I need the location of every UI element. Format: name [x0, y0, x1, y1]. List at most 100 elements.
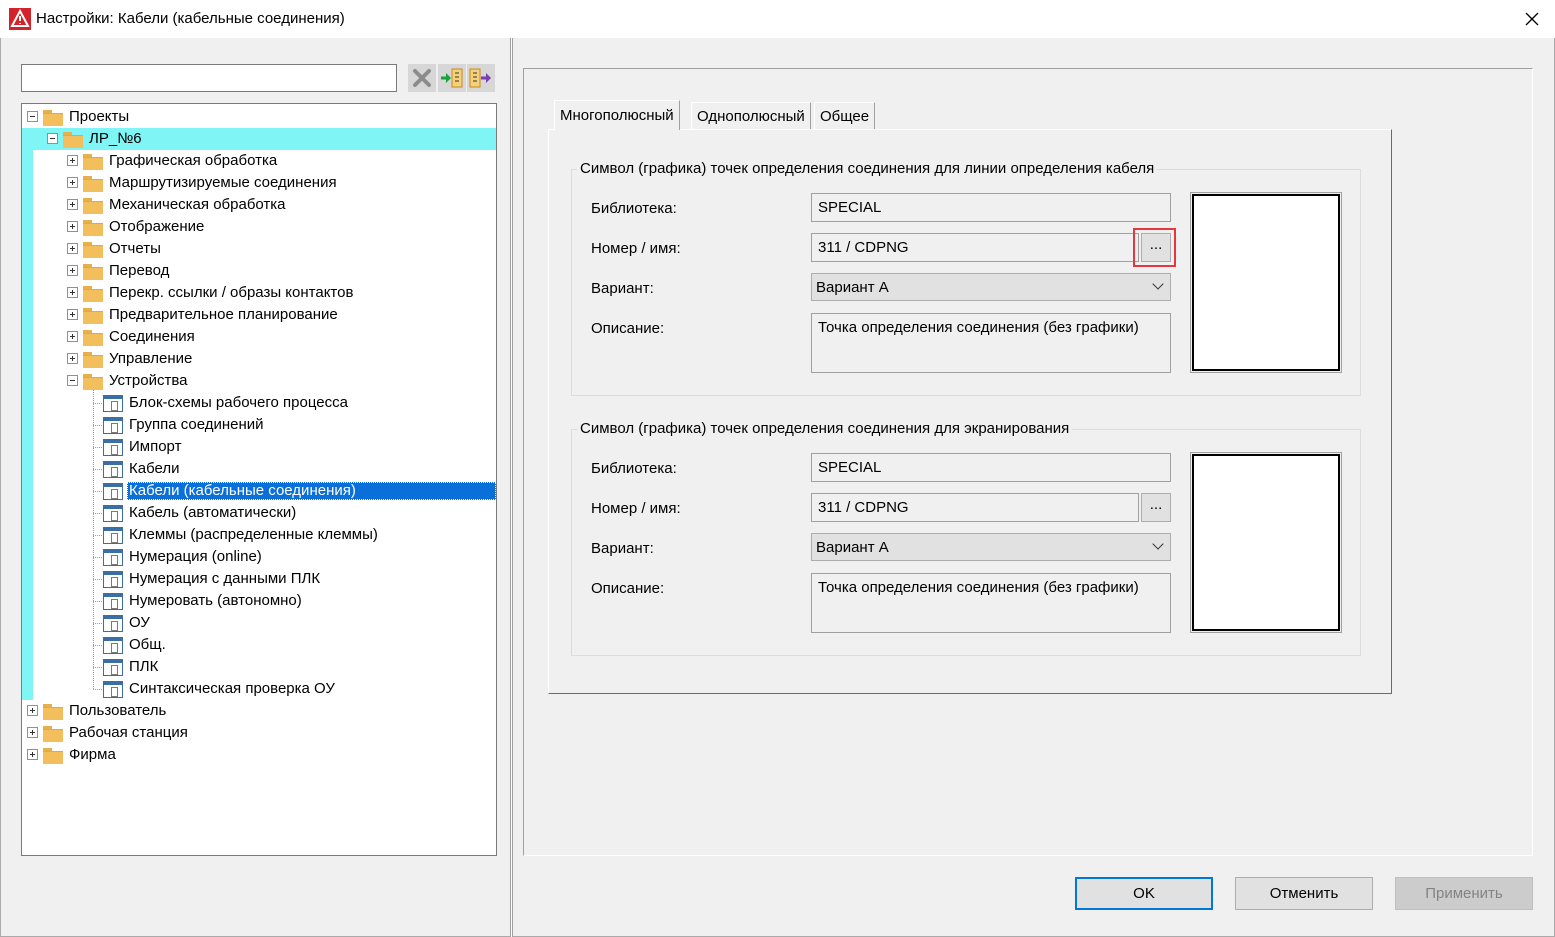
number-label: Номер / имя: — [591, 500, 681, 517]
close-icon — [1525, 12, 1539, 26]
expand-icon[interactable] — [67, 309, 78, 320]
tab-label: Многополюсный — [560, 107, 674, 124]
import-settings-icon — [441, 68, 463, 88]
variant-label: Вариант: — [591, 540, 654, 557]
folder-icon — [43, 748, 63, 764]
tree-item[interactable]: Графическая обработка — [22, 150, 496, 172]
tree-item[interactable]: Нумерация (online) — [22, 546, 496, 568]
tree-item-label: Кабели — [129, 460, 180, 477]
tree-item-label: Нумерация с данными ПЛК — [129, 570, 321, 587]
tree-connector — [93, 689, 102, 690]
tree-connector — [93, 403, 102, 404]
tree-item[interactable]: ЛР_№6 — [33, 128, 496, 150]
tree-item-label: Нумерация (online) — [129, 548, 262, 565]
folder-icon — [43, 726, 63, 742]
collapse-icon[interactable] — [27, 111, 38, 122]
tree-item[interactable]: Отчеты — [22, 238, 496, 260]
expand-icon[interactable] — [27, 705, 38, 716]
ok-button[interactable]: OK — [1075, 877, 1213, 910]
tree-item-label: Механическая обработка — [109, 196, 286, 213]
tree-item[interactable]: Перевод — [22, 260, 496, 282]
settings-page-icon — [103, 439, 123, 456]
tree-item[interactable]: Общ. — [22, 634, 496, 656]
tree-item[interactable]: Нумеровать (автономно) — [22, 590, 496, 612]
tree-item[interactable]: Кабель (автоматически) — [22, 502, 496, 524]
expand-icon[interactable] — [27, 727, 38, 738]
panel-splitter[interactable] — [510, 38, 513, 937]
tree-connector — [93, 623, 102, 624]
settings-page-icon — [103, 483, 123, 500]
tree-item[interactable]: Механическая обработка — [22, 194, 496, 216]
expand-icon[interactable] — [67, 177, 78, 188]
collapse-icon[interactable] — [47, 133, 58, 144]
number-label: Номер / имя: — [591, 240, 681, 257]
tree-item[interactable]: Перекр. ссылки / образы контактов — [22, 282, 496, 304]
folder-icon — [83, 264, 103, 280]
export-settings-button[interactable] — [467, 64, 495, 92]
tab-multipole[interactable]: Многополюсный — [554, 100, 680, 130]
folder-icon — [83, 330, 103, 346]
tree-item[interactable]: Группа соединений — [22, 414, 496, 436]
description-field: Точка определения соединения (без график… — [811, 313, 1171, 373]
symbol-preview — [1190, 192, 1342, 373]
import-settings-button[interactable] — [438, 64, 466, 92]
tree-item[interactable]: Кабели (кабельные соединения) — [22, 480, 496, 502]
tree-item[interactable]: Синтаксическая проверка ОУ — [22, 678, 496, 700]
collapse-icon[interactable] — [67, 375, 78, 386]
tree-item[interactable]: Маршрутизируемые соединения — [22, 172, 496, 194]
variant-dropdown[interactable]: Вариант A — [811, 273, 1171, 301]
expand-icon[interactable] — [67, 155, 78, 166]
close-button[interactable] — [1514, 2, 1550, 36]
tree-item[interactable]: Кабели — [22, 458, 496, 480]
expand-icon[interactable] — [67, 265, 78, 276]
tree-item-label: Блок-схемы рабочего процесса — [129, 394, 348, 411]
tree-item[interactable]: Импорт — [22, 436, 496, 458]
tree-item-label: Кабели (кабельные соединения) — [127, 482, 496, 500]
expand-icon[interactable] — [67, 221, 78, 232]
tree-item[interactable]: Проекты — [22, 106, 496, 128]
settings-page-icon — [103, 461, 123, 478]
expand-icon[interactable] — [27, 749, 38, 760]
tree-item[interactable]: Рабочая станция — [22, 722, 496, 744]
tree-item[interactable]: Соединения — [22, 326, 496, 348]
tree-item-label: Отчеты — [109, 240, 161, 257]
expand-icon[interactable] — [67, 331, 78, 342]
variant-value: Вариант A — [816, 539, 889, 556]
tree-item-label: Нумеровать (автономно) — [129, 592, 302, 609]
tree-item[interactable]: Управление — [22, 348, 496, 370]
description-field: Точка определения соединения (без график… — [811, 573, 1171, 633]
tree-item[interactable]: Устройства — [22, 370, 496, 392]
library-field: SPECIAL — [811, 193, 1171, 222]
folder-icon — [83, 220, 103, 236]
clear-filter-button[interactable] — [408, 64, 436, 92]
cancel-button[interactable]: Отменить — [1235, 877, 1373, 910]
tree-item[interactable]: Блок-схемы рабочего процесса — [22, 392, 496, 414]
expand-icon[interactable] — [67, 243, 78, 254]
apply-button[interactable]: Применить — [1395, 877, 1533, 910]
tree-item[interactable]: Клеммы (распределенные клеммы) — [22, 524, 496, 546]
tree-item[interactable]: Пользователь — [22, 700, 496, 722]
expand-icon[interactable] — [67, 353, 78, 364]
tree-item[interactable]: Нумерация с данными ПЛК — [22, 568, 496, 590]
tree-item-label: Соединения — [109, 328, 195, 345]
tree-item-label: Фирма — [69, 746, 116, 763]
expand-icon[interactable] — [67, 199, 78, 210]
tab-general[interactable]: Общее — [814, 102, 876, 130]
tree-item-label: Синтаксическая проверка ОУ — [129, 680, 335, 697]
tree-connector — [93, 645, 102, 646]
tree-item[interactable]: Фирма — [22, 744, 496, 766]
tree-item[interactable]: Предварительное планирование — [22, 304, 496, 326]
expand-icon[interactable] — [67, 287, 78, 298]
variant-dropdown[interactable]: Вариант A — [811, 533, 1171, 561]
settings-tree[interactable]: Проекты ЛР_№6 Графическая обработка Маршрут… — [21, 103, 497, 856]
tree-item[interactable]: ОУ — [22, 612, 496, 634]
description-label: Описание: — [591, 580, 665, 597]
tree-item[interactable]: ПЛК — [22, 656, 496, 678]
tree-item-label: Управление — [109, 350, 193, 367]
tree-search-input[interactable] — [21, 64, 397, 92]
group-title: Символ (графика) точек определения соеди… — [577, 160, 1158, 177]
browse-symbol-button[interactable]: ... — [1141, 493, 1171, 522]
tab-singlepole[interactable]: Однополюсный — [691, 102, 811, 130]
settings-page-icon — [103, 505, 123, 522]
tree-item[interactable]: Отображение — [22, 216, 496, 238]
